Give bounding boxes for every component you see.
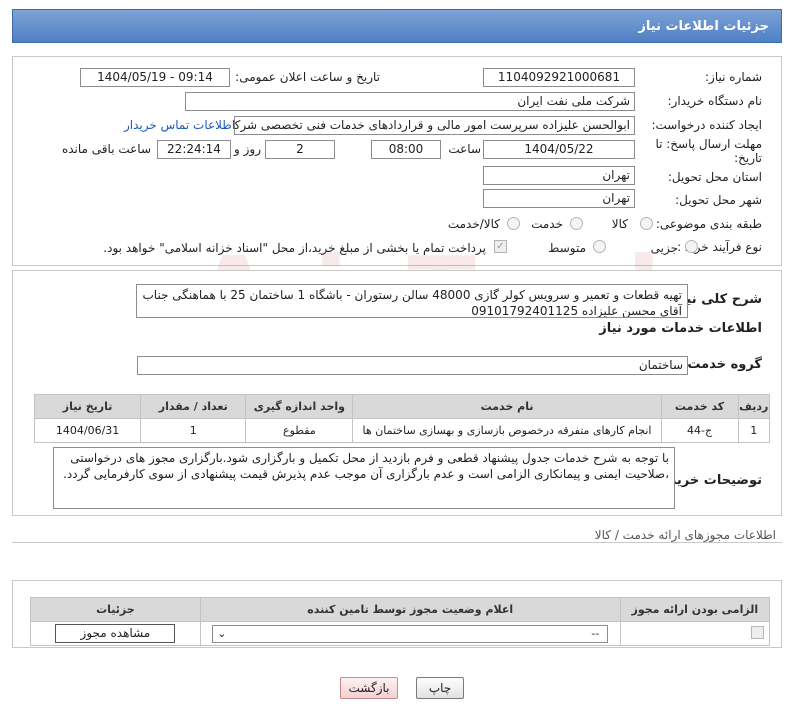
cell-service-name: انجام کارهای متفرقه درخصوص بازسازی و بهس… [352,418,662,443]
announce-date-label: تاریخ و ساعت اعلان عمومی: [235,70,380,84]
permit-required-cell [619,621,771,646]
cell-row: 1 [737,418,771,443]
province-field[interactable]: تهران [483,166,635,185]
permits-row: ⌄ -- مشاهده مجوز [30,621,771,646]
deadline-date-label: تاریخ: [734,151,762,165]
category-radio-service[interactable] [570,217,583,230]
buyer-notes-textarea[interactable]: با توجه به شرح خدمات جدول پیشنهاد قطعی و… [53,447,675,509]
col-quantity: تعداد / مقدار [140,394,247,419]
deadline-time-field[interactable]: 08:00 [371,140,441,159]
creator-label: ایجاد کننده درخواست: [651,118,762,132]
category-radio-goods[interactable] [640,217,653,230]
treasury-note: پرداخت تمام یا بخشی از مبلغ خرید،از محل … [103,241,486,255]
category-option-goods-service: کالا/خدمت [447,217,500,231]
treasury-checkbox[interactable]: ✓ [494,240,507,253]
col-permit-details: جزئیات [30,597,201,622]
deadline-label: مهلت ارسال پاسخ: تا [655,137,762,151]
service-group-field[interactable]: ساختمان [137,356,688,375]
buyer-label: نام دستگاه خریدار: [667,94,763,108]
province-label: استان محل تحویل: [667,170,762,184]
back-button[interactable]: بازگشت [340,677,398,699]
buyer-contact-link[interactable]: اطلاعات تماس خریدار [124,118,235,132]
summary-textarea[interactable]: تهیه قطعات و تعمیر و سرویس کولر گازی 480… [136,284,688,318]
col-permit-status: اعلام وضعیت مجوز توسط تامین کننده [199,597,621,622]
need-number-field[interactable]: 1104092921000681 [483,68,635,87]
cell-unit: مقطوع [245,418,354,443]
col-unit: واحد اندازه گیری [245,394,354,419]
col-permit-required: الزامی بودن ارائه مجوز [619,597,771,622]
col-row: ردیف [737,394,771,419]
process-option-medium: متوسط [548,241,586,255]
print-button[interactable]: چاپ [416,677,464,699]
cell-service-code: ج-44 [660,418,739,443]
category-radio-goods-service[interactable] [507,217,520,230]
deadline-time-label: ساعت [448,142,481,156]
category-option-service: خدمت [531,217,563,231]
services-table: ردیف کد خدمت نام خدمت واحد اندازه گیری ت… [33,394,771,443]
category-label: طبقه بندی موضوعی: [655,217,762,231]
announce-date-field[interactable]: 1404/05/19 - 09:14 [80,68,230,87]
days-label: روز و [234,142,261,156]
permits-divider [12,542,782,543]
services-title: اطلاعات خدمات مورد نیاز [599,321,762,336]
permit-status-cell: ⌄ -- [199,621,621,646]
process-radio-medium[interactable] [593,240,606,253]
page-header: جزئیات اطلاعات نیاز [12,9,782,43]
page-title: جزئیات اطلاعات نیاز [638,19,769,34]
days-field[interactable]: 2 [265,140,335,159]
remaining-label: ساعت باقی مانده [61,142,151,156]
permit-required-checkbox[interactable] [751,625,764,639]
view-permit-button[interactable]: مشاهده مجوز [55,624,176,643]
creator-field[interactable]: ابوالحسن علیزاده سرپرست امور مالی و قرار… [234,116,635,135]
service-group-label: گروه خدمت: [682,357,762,372]
need-info-panel [12,56,782,266]
col-service-code: کد خدمت [660,394,739,419]
permit-status-value: -- [591,626,600,640]
deadline-date-field[interactable]: 1404/05/22 [483,140,635,159]
city-label: شهر محل تحویل: [675,193,762,207]
process-radio-minor[interactable] [685,240,698,253]
cell-quantity: 1 [140,418,247,443]
permits-title: اطلاعات مجوزهای ارائه خدمت / کالا [594,528,776,542]
permits-table-header: الزامی بودن ارائه مجوز اعلام وضعیت مجوز … [30,597,771,622]
remaining-time-field[interactable]: 22:24:14 [157,140,231,159]
col-service-name: نام خدمت [352,394,662,419]
city-field[interactable]: تهران [483,189,635,208]
permit-status-select[interactable]: ⌄ -- [212,624,609,643]
category-option-goods: کالا [611,217,628,231]
services-table-header: ردیف کد خدمت نام خدمت واحد اندازه گیری ت… [33,394,771,419]
cell-need-date: 1404/06/31 [33,418,142,443]
permit-details-cell: مشاهده مجوز [30,621,201,646]
col-need-date: تاریخ نیاز [33,394,142,419]
table-row[interactable]: 1 ج-44 انجام کارهای متفرقه درخصوص بازساز… [33,418,771,443]
chevron-down-icon: ⌄ [217,626,227,640]
permits-table: الزامی بودن ارائه مجوز اعلام وضعیت مجوز … [30,597,771,646]
buyer-field[interactable]: شرکت ملی نفت ایران [185,92,635,111]
process-option-minor: جزیی [650,241,678,255]
need-number-label: شماره نیاز: [705,70,762,84]
